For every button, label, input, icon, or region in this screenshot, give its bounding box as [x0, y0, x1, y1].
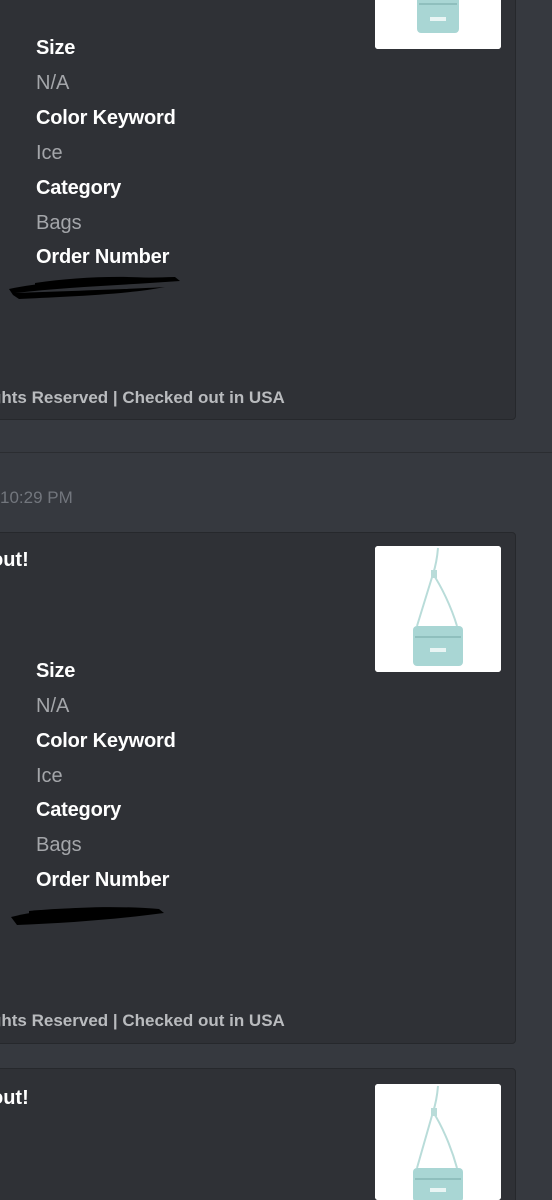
bag-thumbnail-image[interactable]	[375, 546, 501, 672]
order-embed-1: Size N/A Color Keyword Ice Category Bags…	[0, 0, 516, 420]
embed-title: out!	[0, 549, 29, 571]
message-timestamp: 10:29 PM	[0, 488, 73, 507]
bag-thumbnail-image[interactable]	[375, 1084, 501, 1200]
field-name-category: Category	[36, 177, 122, 199]
redaction-scribble	[11, 907, 164, 925]
field-value-category: Bags	[36, 212, 82, 234]
embed-footer: ghts Reserved | Checked out in USA	[0, 1011, 285, 1030]
field-name-size: Size	[36, 37, 76, 59]
field-value-color: Ice	[36, 765, 63, 787]
field-value-color: Ice	[36, 142, 63, 164]
field-name-size: Size	[36, 660, 76, 682]
field-name-order-number: Order Number	[36, 246, 170, 268]
chat-page: Size N/A Color Keyword Ice Category Bags…	[0, 0, 552, 1200]
field-value-size: N/A	[36, 72, 70, 94]
field-name-order-number: Order Number	[36, 869, 170, 891]
order-embed-2: out! Size N/A Color Keyword Ice Category…	[0, 532, 516, 1044]
redaction-scribble	[9, 276, 180, 299]
field-name-category: Category	[36, 799, 122, 821]
field-name-color-keyword: Color Keyword	[36, 107, 176, 129]
bag-thumbnail-image[interactable]	[375, 0, 501, 49]
field-value-size: N/A	[36, 695, 70, 717]
message-divider	[0, 452, 552, 453]
field-name-color-keyword: Color Keyword	[36, 730, 176, 752]
embed-footer: ghts Reserved | Checked out in USA	[0, 388, 285, 407]
field-value-category: Bags	[36, 834, 82, 856]
embed-title: out!	[0, 1087, 29, 1109]
order-embed-3: out!	[0, 1068, 516, 1200]
